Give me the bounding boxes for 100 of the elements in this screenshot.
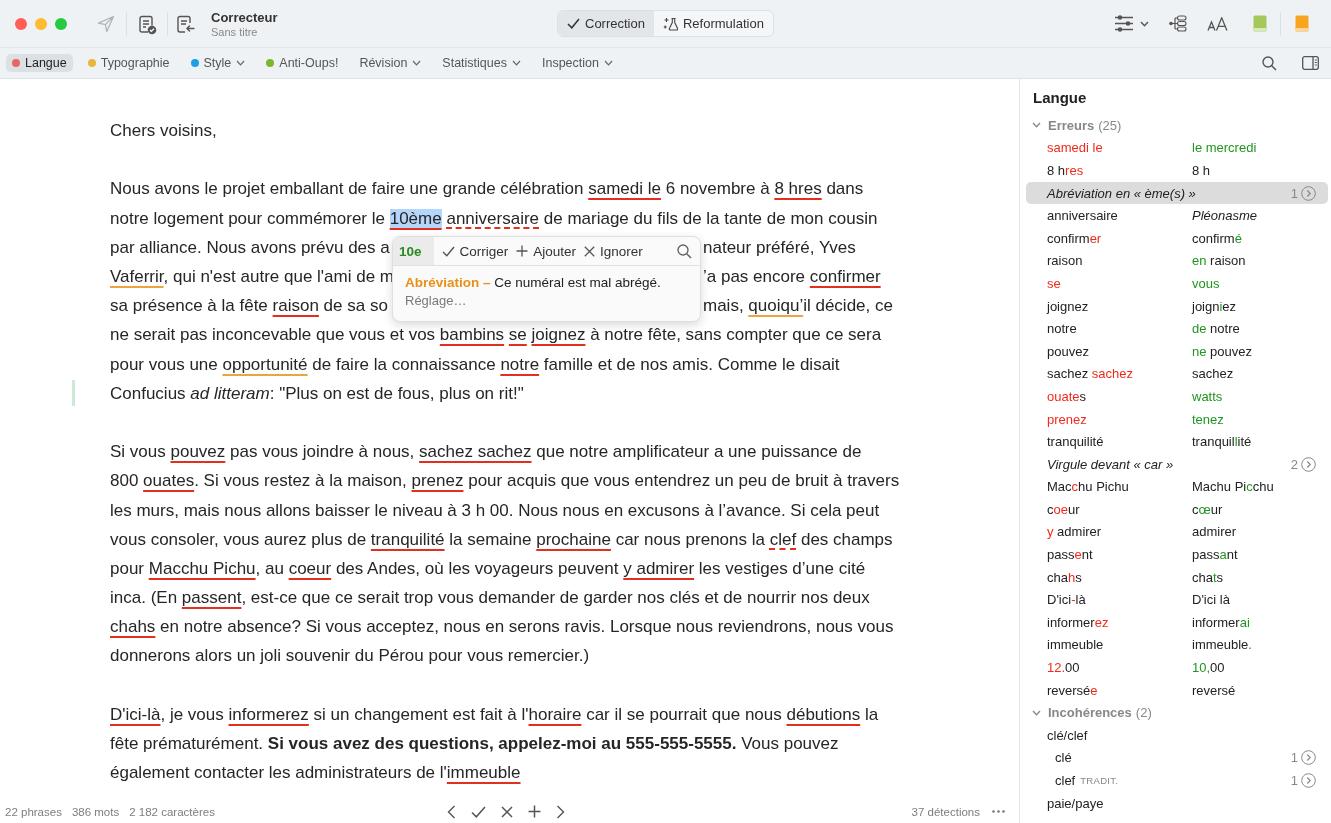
issue-row[interactable]: confirmer confirmé [1026,226,1328,250]
circled-chevron-icon[interactable] [1301,773,1316,788]
issue-row[interactable]: paie/paye [1026,791,1328,815]
category-tab[interactable]: Statistiques [436,54,527,72]
flagged-text: y admirer [1047,524,1103,540]
section-label[interactable]: Incohérences [1048,705,1132,721]
issue-row[interactable]: clé 1 [1026,746,1328,770]
section-count: (25) [1098,117,1122,133]
mode-tab[interactable]: Reformulation [653,11,773,36]
more-icon[interactable] [992,810,1005,813]
issue-row[interactable]: 8 hres 8 h [1026,159,1328,182]
issue-row[interactable]: D'ici-là D'ici là [1026,588,1328,612]
correction-text: le mercredi [1192,140,1257,156]
text-line: inca. (En passent, est-ce que ce serait trop vous demander de garder nos clés et de nourrir nos deux [110,587,870,609]
panel-title: Langue [1032,88,1088,108]
issue-row[interactable]: Macchu Pichu Machu Picchu [1026,475,1328,499]
category-tab[interactable]: Langue [6,54,73,72]
text-line: Chers voisins, [110,120,217,142]
issue-row[interactable]: passent passant [1026,543,1328,566]
flagged-text: tranquilité [1047,434,1105,450]
correction-text: tenez [1192,411,1224,427]
circled-chevron-icon[interactable] [1301,456,1316,472]
issue-row[interactable]: se vous [1026,272,1328,295]
chevron-down-icon[interactable] [1032,122,1041,129]
category-tab[interactable]: Style [184,54,252,72]
issue-row[interactable]: tranquilité tranquillité [1026,430,1328,453]
text-line: 800 ouates. Si vous restez à la maison, prenez pour acquis que vous entendrez un peu de bruit à travers [110,470,900,492]
text-line: Si vous pouvez pas vous joindre à nous, sachez sachez que notre amplificateur a une puissance de [110,441,862,463]
issue-row[interactable]: clé/clef [1026,724,1328,747]
text-line: pour Macchu Pichu, au coeur des Andes, où les voyageurs peuvent y admirer les vestiges d’une cité [110,557,866,579]
settings-link[interactable]: Réglage… [405,292,467,310]
issue-row[interactable]: pouvez ne pouvez [1026,339,1328,363]
rule-label: Virgule devant « car » [1047,456,1174,472]
text-line: ’a pas encore confirmer [703,266,881,288]
issue-row[interactable]: prenez tenez [1026,407,1328,431]
section-count: (2) [1135,705,1152,721]
text-line: Confucius ad litteram: "Plus on est de fous, plus on rit!" [110,382,524,404]
note-text: Pléonasme [1192,208,1258,224]
action-button[interactable]: Ignorer [576,243,643,259]
chevron-left-icon[interactable] [446,804,456,819]
issue-row[interactable]: chahs chats [1026,565,1328,589]
issue-row[interactable]: notre de notre [1026,317,1328,340]
mode-tab[interactable]: Correction [558,11,654,36]
sliders-icon[interactable] [1114,15,1134,32]
stat-text: 22 phrases [5,805,62,818]
category-tab[interactable]: Révision [353,54,428,72]
text-line: D'ici-là, je vous informerez si un changement est fait à l'horaire car il se pourrait que nous débutions la [110,703,879,725]
issue-row[interactable]: Abréviation en « ème(s) » 1 [1026,181,1328,205]
correction-text: watts [1192,388,1223,404]
flagged-text: reversée [1047,682,1099,698]
search-icon[interactable] [677,243,692,259]
action-button[interactable]: Corriger [433,243,509,259]
variant-group: paie/paye [1047,795,1104,811]
text-line: fête prématurément. Si vous avez des questions, appelez-moi au 555-555-5555. Vous pouvez [110,733,839,755]
issue-row[interactable]: raison en raison [1026,249,1328,273]
chevron-down-icon[interactable] [1032,709,1041,716]
circled-chevron-icon[interactable] [1301,750,1316,766]
correction-text: sachez [1192,366,1234,382]
tree-icon[interactable] [1169,15,1187,32]
issue-row[interactable]: anniversaire Pléonasme [1026,204,1328,227]
correction-text: cœur [1192,501,1223,517]
issue-row[interactable]: ouates watts [1026,385,1328,408]
close-button[interactable] [15,17,27,30]
issue-row[interactable]: samedi le le mercredi [1026,136,1328,160]
checkmark-icon[interactable] [470,805,486,818]
correction-text: 8 h [1192,163,1211,178]
section-label[interactable]: Erreurs [1048,117,1095,133]
category-tab[interactable]: Typographie [81,54,176,72]
issue-row[interactable]: coeur cœur [1026,498,1328,521]
issue-row[interactable]: immeuble immeuble. [1026,633,1328,657]
flagged-text: samedi le [1047,140,1104,156]
sidebar-toggle-icon[interactable] [1302,56,1319,70]
issue-row[interactable]: Virgule devant « car » 2 [1026,452,1328,476]
flagged-text: 8 hres [1047,163,1085,178]
issue-row[interactable]: 12.00 10,00 [1026,656,1328,679]
flagged-text: passent [1047,547,1094,563]
search-icon[interactable] [1262,55,1277,71]
flagged-text: ouates [1047,388,1088,404]
suggestion-button[interactable]: 10e [393,237,434,265]
issue-row[interactable]: sachez sachez sachez [1026,362,1328,386]
text-line: notre logement pour commémorer le 10ème anniversaire de mariage du fils de la tante de mon cousin [110,207,878,229]
category-tab[interactable]: Anti-Oups! [260,54,345,72]
variant-group: clé/clef [1047,727,1088,743]
text-size-icon[interactable] [1207,16,1228,31]
chevron-down-icon[interactable] [1140,20,1149,27]
close-icon[interactable] [500,805,513,818]
issue-row[interactable]: informerez informerai [1026,611,1328,634]
issue-row[interactable]: y admirer admirer [1026,520,1328,544]
action-button[interactable]: Ajouter [508,243,577,259]
text-line: vous consoler, vous aurez plus de tranquilité la semaine prochaine car nous prenons la clef des champs [110,528,893,550]
occurrence-count: 1 [1290,185,1298,201]
category-tab[interactable]: Inspection [535,54,619,72]
text-line: mais, quoiqu’il décide, ce [703,295,893,317]
issue-row[interactable]: reversée reversé [1026,678,1328,702]
issue-row[interactable]: joignez joigniez [1026,294,1328,318]
chevron-right-icon[interactable] [555,804,565,819]
issue-row[interactable]: clef TRADIT. 1 [1026,769,1328,792]
text-line: par alliance. Nous avons prévu des a [110,236,390,258]
plus-icon[interactable] [527,805,541,818]
correction-text: confirmé [1192,230,1242,246]
